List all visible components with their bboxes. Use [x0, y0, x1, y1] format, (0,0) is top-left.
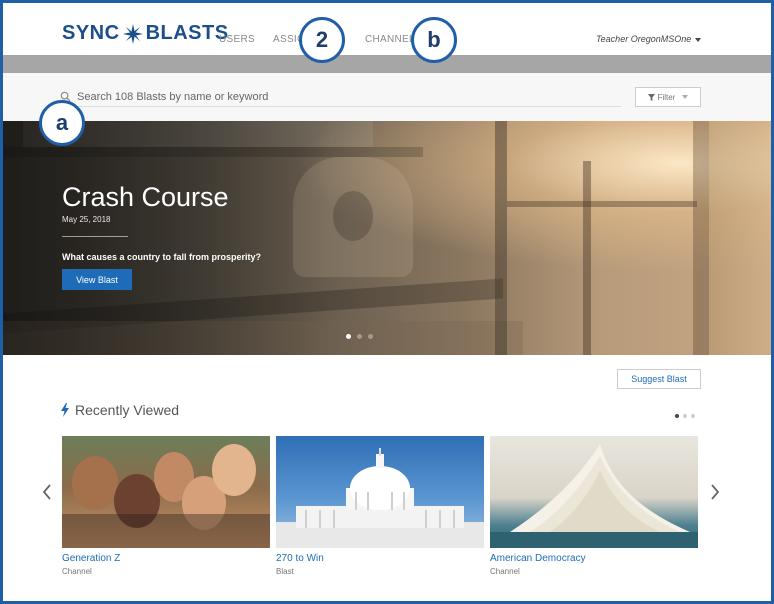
pager-dot-1[interactable]: [675, 414, 679, 418]
face-1: [72, 456, 118, 510]
pager-dot-3[interactable]: [691, 414, 695, 418]
callout-b: b: [411, 17, 457, 63]
burst-icon: [122, 23, 143, 44]
logo-text-left: SYNC: [62, 22, 120, 44]
search-input[interactable]: [63, 87, 621, 107]
card-title[interactable]: American Democracy: [490, 553, 586, 564]
card-image-capitol[interactable]: [276, 436, 484, 548]
lightning-bolt-icon: [61, 403, 69, 417]
hero-divider: [62, 236, 128, 237]
hero-carousel-dots: [346, 334, 373, 339]
card-image-group-photo[interactable]: [62, 436, 270, 548]
header-divider-bar: [3, 55, 771, 73]
funnel-icon: [647, 93, 655, 101]
sync-blasts-logo[interactable]: SYNC BLASTS: [62, 22, 229, 45]
hero-banner[interactable]: Crash Course May 25, 2018 What causes a …: [3, 121, 771, 355]
section-title-text: Recently Viewed: [75, 402, 180, 418]
hero-date: May 25, 2018: [62, 215, 111, 224]
hero-question: What causes a country to fall from prosp…: [62, 252, 262, 262]
chevron-left-icon[interactable]: [41, 483, 53, 501]
card-american-democracy[interactable]: American Democracy Channel: [490, 436, 698, 576]
card-type: Channel: [490, 567, 520, 576]
card-270-to-win[interactable]: 270 to Win Blast: [276, 436, 484, 576]
hero-column: [709, 121, 771, 355]
user-menu[interactable]: Teacher OregonMSOne: [596, 34, 702, 44]
window-transom: [507, 201, 697, 207]
chevron-right-icon[interactable]: [709, 483, 721, 501]
hero-text-overlay: [3, 121, 333, 355]
card-title[interactable]: Generation Z: [62, 553, 120, 564]
window-frame-right: [693, 121, 709, 355]
caret-down-icon: [695, 37, 702, 42]
hero-dot-2[interactable]: [357, 334, 362, 339]
window-mullion: [583, 161, 591, 355]
capitol-illustration: [276, 448, 484, 548]
card-title[interactable]: 270 to Win: [276, 553, 324, 564]
bottom-divider: [62, 601, 702, 602]
app-frame: SYNC BLASTS USERS ASSIGNMENTS CHANNELS: [0, 0, 774, 604]
card-type: Blast: [276, 567, 294, 576]
nav-item-channels[interactable]: CHANNELS: [365, 34, 411, 45]
logo-text-right: BLASTS: [145, 22, 229, 44]
callout-a: a: [39, 100, 85, 146]
hero-ornament-shadow: [333, 191, 373, 241]
suggest-blast-button[interactable]: Suggest Blast: [617, 369, 701, 389]
card-type: Channel: [62, 567, 92, 576]
user-name: Teacher OregonMSOne: [596, 34, 692, 44]
hero-dot-1[interactable]: [346, 334, 351, 339]
filter-caret-icon: [682, 95, 689, 99]
pager-dot-2[interactable]: [683, 414, 687, 418]
top-navigation: SYNC BLASTS USERS ASSIGNMENTS CHANNELS: [3, 3, 771, 55]
face-5: [212, 444, 256, 496]
card-image-book[interactable]: [490, 436, 698, 548]
view-blast-button[interactable]: View Blast: [62, 269, 132, 290]
hero-title: Crash Course: [62, 182, 229, 212]
book-illustration: [490, 444, 698, 548]
nav-item-users[interactable]: USERS: [219, 34, 255, 45]
hero-dot-3[interactable]: [368, 334, 373, 339]
search-row: Filter: [3, 73, 771, 121]
window-frame-left: [495, 121, 507, 355]
card-generation-z[interactable]: Generation Z Channel: [62, 436, 270, 576]
recently-viewed-heading: Recently Viewed: [61, 402, 179, 418]
filter-button[interactable]: Filter: [635, 87, 701, 107]
callout-2: 2: [299, 17, 345, 63]
shoulders: [62, 514, 270, 548]
recently-viewed-pager: [675, 414, 695, 418]
filter-label: Filter: [657, 92, 676, 102]
